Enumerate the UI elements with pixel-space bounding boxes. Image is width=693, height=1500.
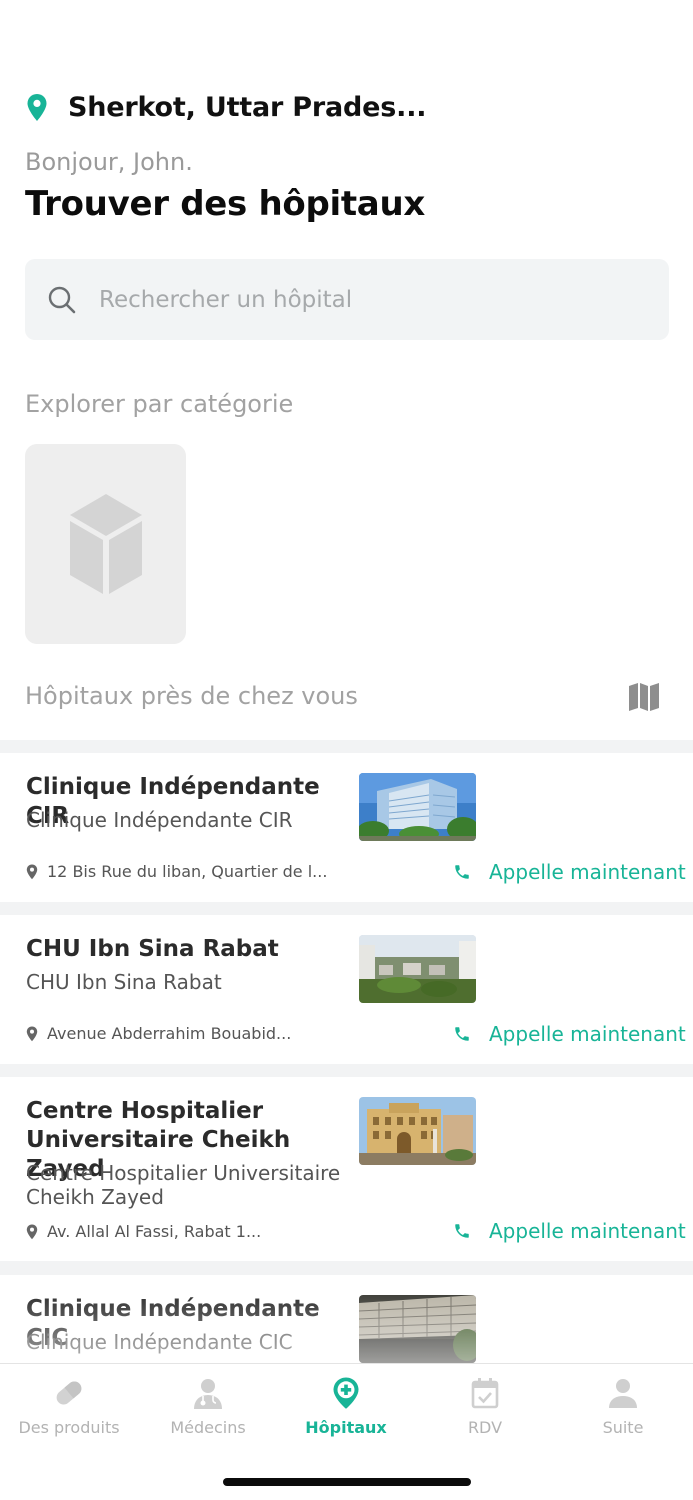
search-bar[interactable]: [25, 259, 669, 340]
hospital-subtitle: CHU Ibn Sina Rabat: [26, 970, 222, 994]
tab-label: Hôpitaux: [305, 1418, 387, 1437]
hospital-address-text: Avenue Abderrahim Bouabid...: [47, 1024, 292, 1043]
hospital-pin-icon: [333, 1377, 359, 1409]
hospital-subtitle: Clinique Indépendante CIR: [26, 808, 293, 832]
hospital-address-text: Av. Allal Al Fassi, Rabat 1...: [47, 1222, 262, 1241]
tab-label: Des produits: [18, 1418, 120, 1437]
tab-appointments[interactable]: RDV: [416, 1376, 554, 1437]
hospital-subtitle: Centre Hospitalier Universitaire Cheikh …: [26, 1161, 341, 1209]
categories-heading: Explorer par catégorie: [25, 390, 294, 418]
call-now-label: Appelle maintenant: [489, 1022, 686, 1046]
call-now-label: Appelle maintenant: [489, 1219, 686, 1243]
tab-label: RDV: [467, 1418, 503, 1437]
tab-label: Médecins: [170, 1418, 246, 1437]
hospital-card[interactable]: Clinique Indépendante CIR Clinique Indép…: [0, 753, 693, 902]
location-pin-icon: [26, 864, 38, 879]
hospital-list[interactable]: Clinique Indépendante CIR Clinique Indép…: [0, 740, 693, 1363]
hospital-subtitle: Clinique Indépendante CIC: [26, 1330, 293, 1354]
tab-products[interactable]: Des produits: [0, 1376, 138, 1437]
map-icon[interactable]: [628, 682, 660, 712]
call-now-label: Appelle maintenant: [489, 860, 686, 884]
nearby-hospitals-heading: Hôpitaux près de chez vous: [25, 682, 358, 710]
tab-hospitals[interactable]: Hôpitaux: [277, 1376, 415, 1437]
location-label: Sherkot, Uttar Prades...: [68, 92, 427, 123]
call-now-button[interactable]: Appelle maintenant: [453, 1219, 686, 1243]
home-indicator[interactable]: [223, 1478, 471, 1486]
search-icon: [48, 286, 76, 313]
call-now-button[interactable]: Appelle maintenant: [453, 1022, 686, 1046]
hospital-photo: [359, 935, 476, 1003]
phone-icon: [455, 1027, 469, 1041]
location-pin-icon: [26, 1224, 38, 1239]
category-tile[interactable]: [25, 444, 186, 644]
hospital-card[interactable]: Centre Hospitalier Universitaire Cheikh …: [0, 1077, 693, 1261]
hospital-name: CHU Ibn Sina Rabat: [26, 936, 279, 962]
greeting-text: Bonjour, John.: [25, 148, 193, 176]
tab-label: Suite: [602, 1418, 644, 1437]
phone-icon: [455, 865, 469, 879]
phone-icon: [455, 1224, 469, 1238]
tab-more[interactable]: Suite: [554, 1376, 692, 1437]
location-pin-icon: [27, 93, 47, 121]
pill-icon: [56, 1381, 82, 1405]
user-icon: [609, 1379, 637, 1408]
hospital-card[interactable]: Clinique Indépendante CIC Clinique Indép…: [0, 1275, 693, 1363]
page-title: Trouver des hôpitaux: [25, 184, 425, 224]
doctor-icon: [194, 1379, 222, 1409]
hospital-address: Avenue Abderrahim Bouabid...: [26, 1024, 291, 1043]
hospital-photo: [359, 1097, 476, 1165]
hospital-photo: [359, 773, 476, 841]
box-placeholder-icon: [69, 494, 142, 594]
calendar-check-icon: [471, 1378, 499, 1409]
hospital-address: 12 Bis Rue du liban, Quartier de l...: [26, 862, 327, 881]
call-now-button[interactable]: Appelle maintenant: [453, 860, 686, 884]
search-input[interactable]: [99, 286, 619, 313]
tab-doctors[interactable]: Médecins: [139, 1376, 277, 1437]
hospital-address: Av. Allal Al Fassi, Rabat 1...: [26, 1222, 261, 1241]
location-pin-icon: [26, 1026, 38, 1041]
location-selector[interactable]: Sherkot, Uttar Prades...: [25, 92, 427, 123]
hospital-address-text: 12 Bis Rue du liban, Quartier de l...: [47, 862, 328, 881]
hospital-card[interactable]: CHU Ibn Sina Rabat CHU Ibn Sina Rabat Av…: [0, 915, 693, 1064]
hospital-photo: [359, 1295, 476, 1363]
